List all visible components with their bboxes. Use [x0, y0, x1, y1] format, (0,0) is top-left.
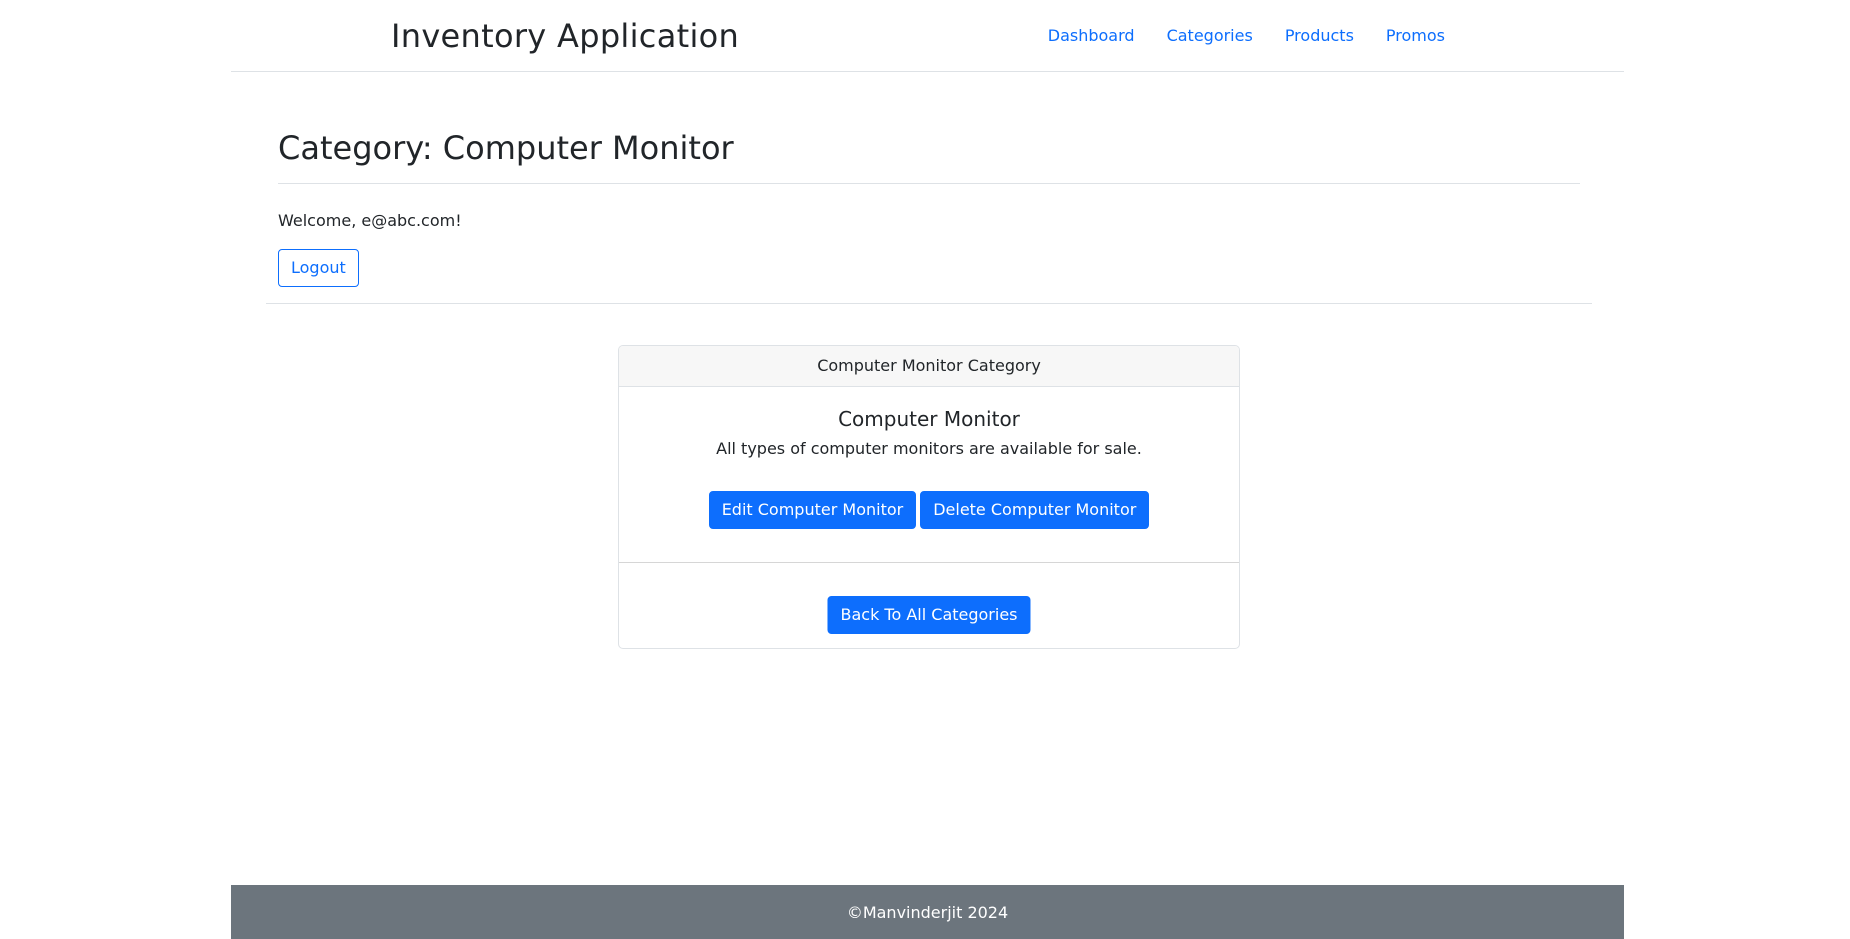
- page-title: Category: Computer Monitor: [278, 129, 734, 167]
- card-footer: Back To All Categories: [619, 563, 1239, 648]
- top-header: Inventory Application Dashboard Categori…: [231, 0, 1624, 72]
- edit-category-button[interactable]: Edit Computer Monitor: [708, 491, 917, 529]
- card-header: Computer Monitor Category: [619, 346, 1239, 387]
- page-heading: Category: Computer Monitor: [278, 124, 1580, 184]
- nav-promos[interactable]: Promos: [1370, 24, 1461, 48]
- category-card: Computer Monitor Category Computer Monit…: [618, 345, 1240, 649]
- nav-categories[interactable]: Categories: [1151, 24, 1269, 48]
- category-description: All types of computer monitors are avail…: [716, 439, 1142, 458]
- page-footer: ©Manvinderjit 2024: [231, 885, 1624, 939]
- page: Inventory Application Dashboard Categori…: [0, 0, 1850, 939]
- card-actions: Edit Computer Monitor Delete Computer Mo…: [619, 491, 1239, 529]
- app-brand[interactable]: Inventory Application: [391, 16, 739, 56]
- main-nav: Dashboard Categories Products Promos: [1032, 24, 1461, 48]
- back-to-categories-button[interactable]: Back To All Categories: [827, 596, 1031, 634]
- delete-category-button[interactable]: Delete Computer Monitor: [920, 491, 1150, 529]
- welcome-message: Welcome, e@abc.com!: [278, 211, 462, 230]
- nav-dashboard[interactable]: Dashboard: [1032, 24, 1151, 48]
- category-name: Computer Monitor: [838, 407, 1020, 431]
- divider: [266, 303, 1592, 304]
- nav-products[interactable]: Products: [1269, 24, 1370, 48]
- logout-button[interactable]: Logout: [278, 249, 359, 287]
- footer-copyright: ©Manvinderjit 2024: [846, 903, 1009, 922]
- card-body: Computer Monitor All types of computer m…: [619, 387, 1239, 563]
